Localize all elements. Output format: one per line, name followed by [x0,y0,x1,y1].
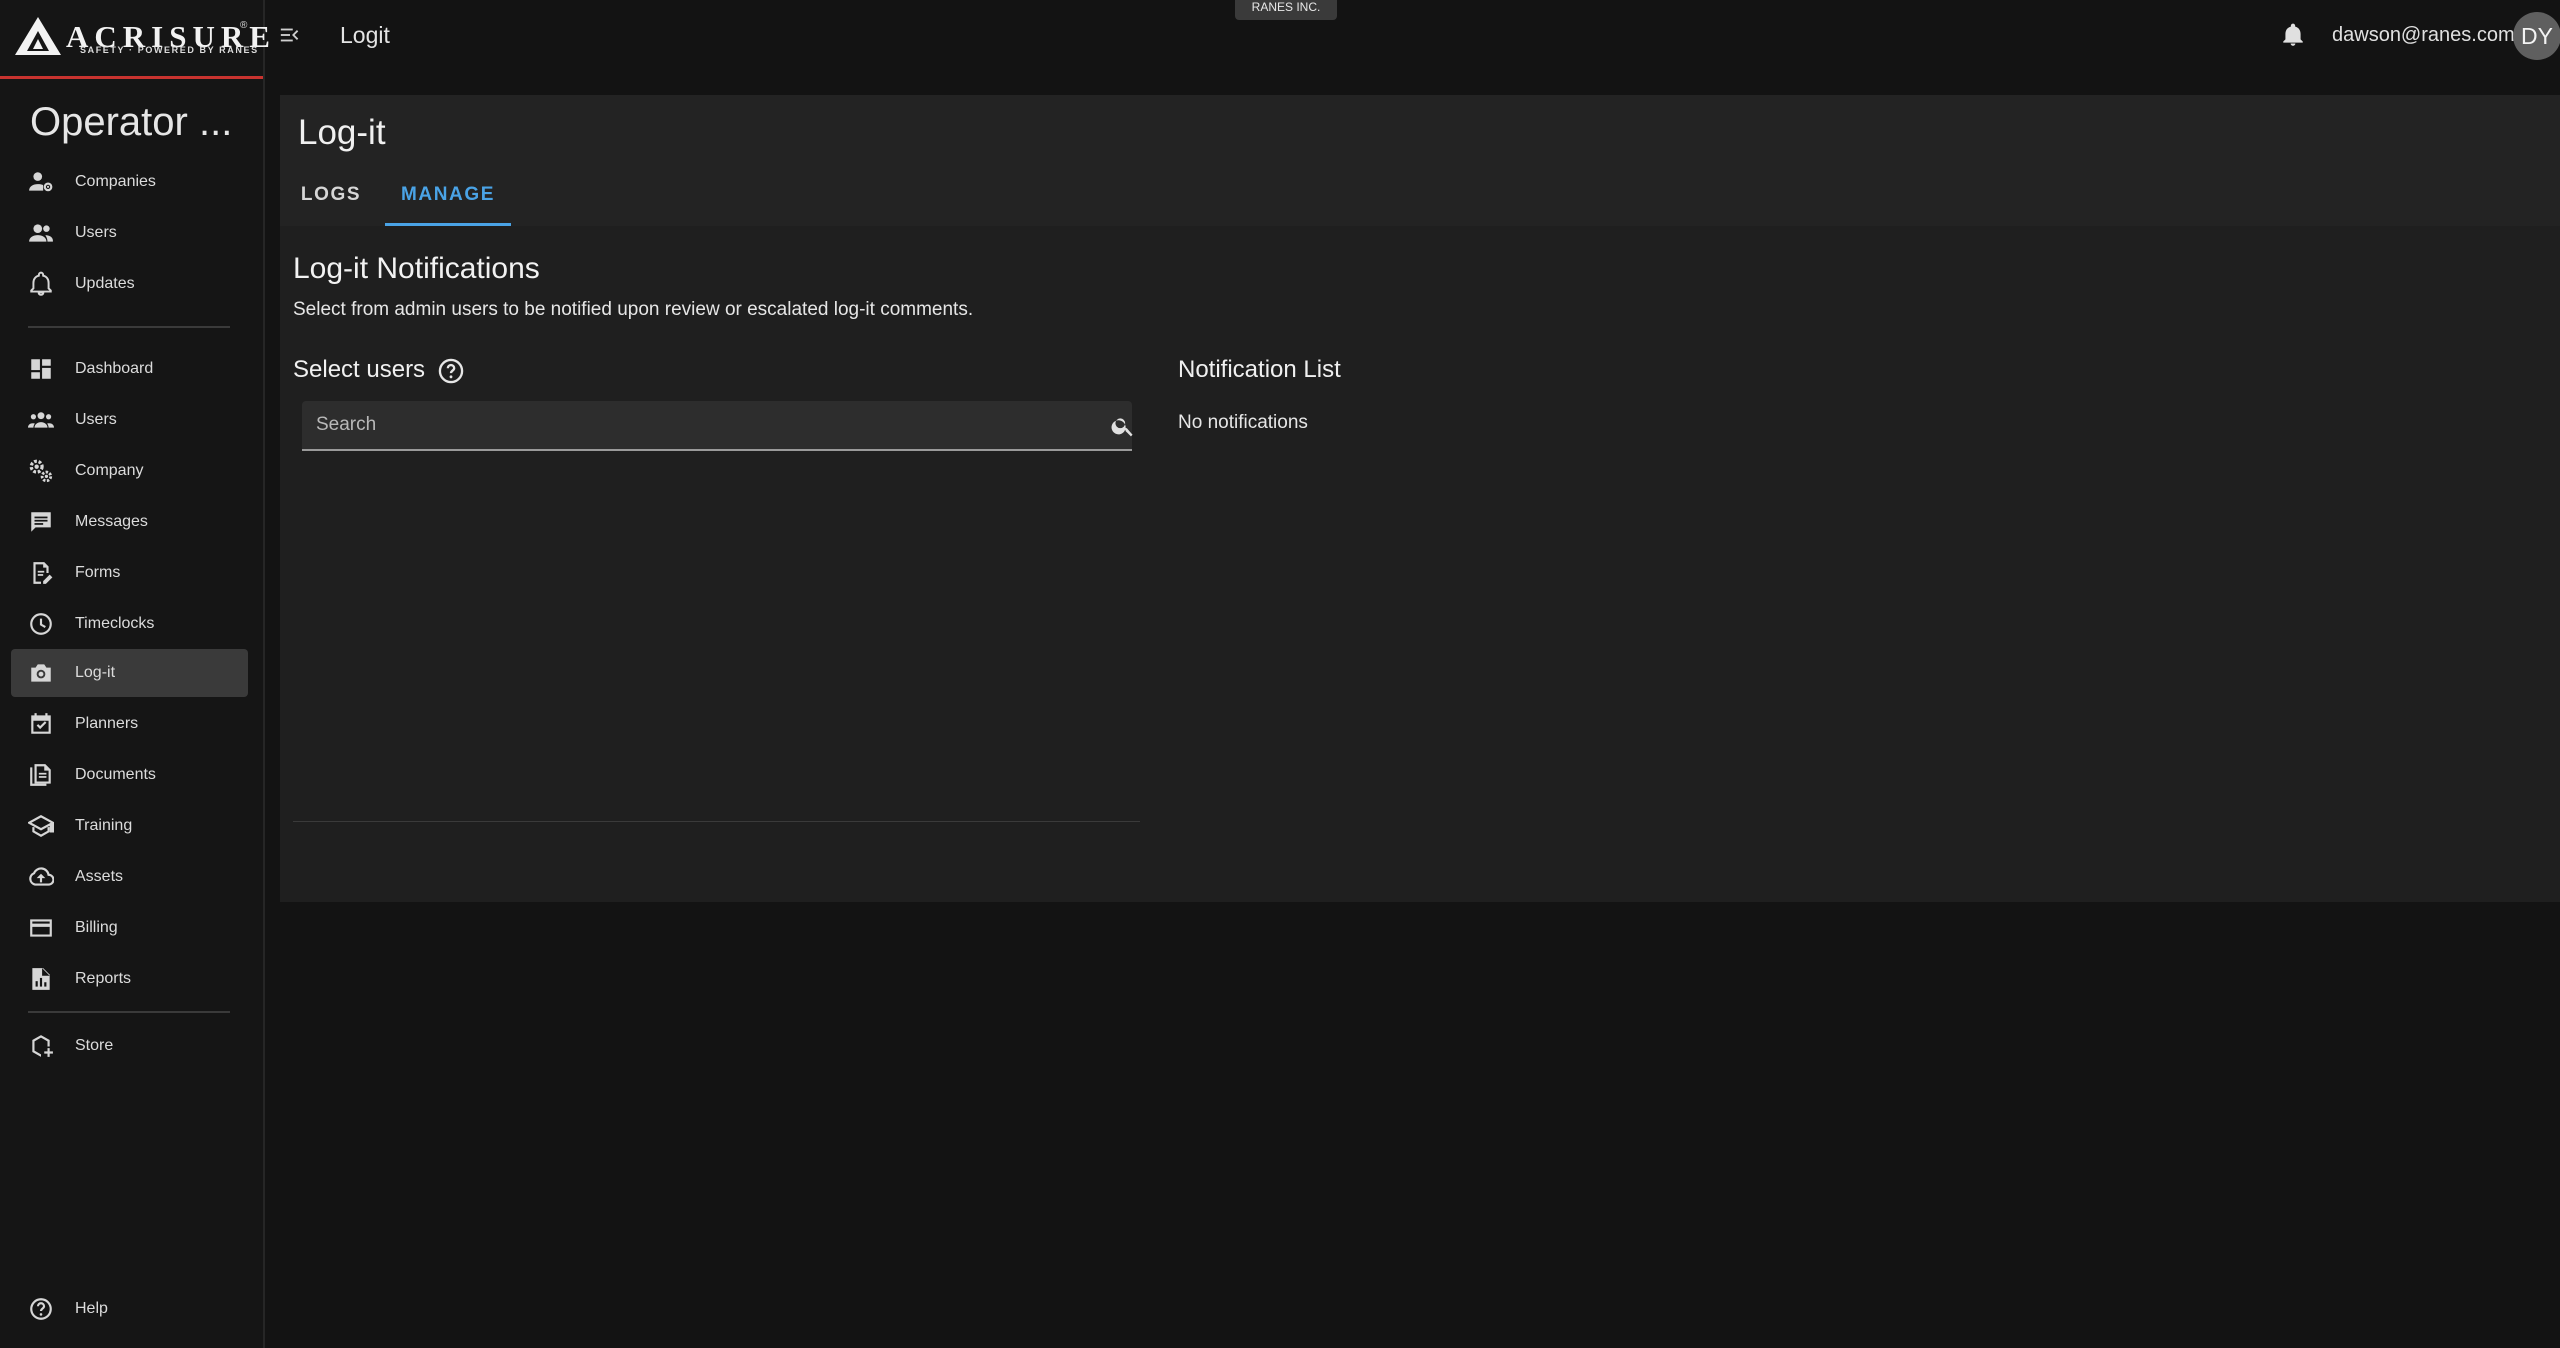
help-circle-icon[interactable] [437,357,465,385]
sidebar-item-label: Training [75,817,133,834]
group-icon [28,407,54,433]
top-bar-title: Logit [340,22,390,48]
brand-tagline: SAFETY · POWERED BY RANES [80,45,259,55]
sidebar-item-training[interactable]: Training [11,802,248,850]
sidebar-item-label: Forms [75,564,121,581]
form-edit-icon [28,560,54,586]
sidebar-item-timeclocks[interactable]: Timeclocks [11,600,248,648]
sidebar-item-updates[interactable]: Updates [11,260,248,308]
sidebar-item-documents[interactable]: Documents [11,751,248,799]
page-title: Log-it [298,113,386,152]
sidebar-item-label: Billing [75,919,118,936]
notifications-bell-icon[interactable] [2280,22,2306,48]
brand-logo[interactable]: ACRISURE ® SAFETY · POWERED BY RANES [0,0,270,79]
clock-icon [28,611,54,637]
sidebar-item-reports[interactable]: Reports [11,955,248,1003]
sidebar-item-log-it[interactable]: Log-it [11,649,248,697]
search-input[interactable] [302,401,1082,449]
camera-icon [28,660,54,686]
notification-list-title: Notification List [1178,356,1341,383]
user-email[interactable]: dawson@ranes.com [2332,24,2515,47]
sidebar-item-billing[interactable]: Billing [11,904,248,952]
section-title: Log-it Notifications [293,252,540,285]
user-list-divider [293,821,1140,822]
sidebar-item-label: Company [75,462,144,479]
sidebar-item-label: Reports [75,970,132,987]
sidebar-item-assets[interactable]: Assets [11,853,248,901]
dashboard-icon [28,356,54,382]
manage-panel: Log-it Notifications Select from admin u… [280,226,2560,902]
section-description: Select from admin users to be notified u… [293,299,974,320]
credit-card-icon [28,915,54,941]
organization-badge: RANES INC. [1235,0,1337,20]
sidebar-item-help[interactable]: Help [11,1285,248,1333]
sidebar-item-label: Assets [75,868,124,885]
sidebar-title: Operator ... [30,100,233,144]
help-icon [28,1296,54,1322]
sidebar-item-forms[interactable]: Forms [11,549,248,597]
search-field [302,401,1133,451]
sidebar-item-dashboard[interactable]: Dashboard [11,345,248,393]
sidebar: ACRISURE ® SAFETY · POWERED BY RANES Ope… [0,0,270,1348]
sidebar-item-company[interactable]: Company [11,447,248,495]
report-icon [28,966,54,992]
tab-logs[interactable]: LOGS [280,180,382,226]
sidebar-item-label: Users [75,224,117,241]
sidebar-item-label: Help [75,1300,108,1317]
sidebar-item-messages[interactable]: Messages [11,498,248,546]
sidebar-item-label: Users [75,411,117,428]
documents-icon [28,762,54,788]
notification-empty-text: No notifications [1178,412,1308,433]
sidebar-item-label: Dashboard [75,360,154,377]
menu-collapse-icon[interactable] [279,24,301,46]
sidebar-item-label: Companies [75,173,156,190]
select-users-label: Select users [293,356,426,383]
bell-icon [28,271,54,297]
sidebar-item-companies[interactable]: Companies [11,158,248,206]
users-icon [28,220,54,246]
store-icon [28,1033,54,1059]
business-user-icon [28,169,54,195]
sidebar-item-store[interactable]: Store [11,1022,248,1070]
search-icon[interactable] [1110,413,1136,439]
sidebar-divider [28,326,230,328]
sidebar-divider [28,1011,230,1013]
page-header: Log-it LOGS MANAGE [280,95,2560,226]
sidebar-item-planners[interactable]: Planners [11,700,248,748]
sidebar-item-label: Log-it [75,664,116,681]
top-bar: Logit dawson@ranes.com DY [265,0,2560,90]
sidebar-item-label: Updates [75,275,135,292]
tab-manage[interactable]: MANAGE [385,180,511,226]
calendar-check-icon [28,711,54,737]
sidebar-item-label: Documents [75,766,156,783]
sidebar-item-label: Timeclocks [75,615,155,632]
acrisure-logo-icon [15,17,61,55]
sidebar-item-label: Store [75,1037,114,1054]
brand-registered-mark: ® [240,20,248,31]
sidebar-item-label: Planners [75,715,139,732]
sidebar-item-users[interactable]: Users [11,396,248,444]
cloud-upload-icon [28,864,54,890]
graduation-cap-icon [28,813,54,839]
gears-icon [28,458,54,484]
sidebar-item-users-operator[interactable]: Users [11,209,248,257]
chat-icon [28,509,54,535]
sidebar-item-label: Messages [75,513,148,530]
avatar[interactable]: DY [2513,12,2560,60]
